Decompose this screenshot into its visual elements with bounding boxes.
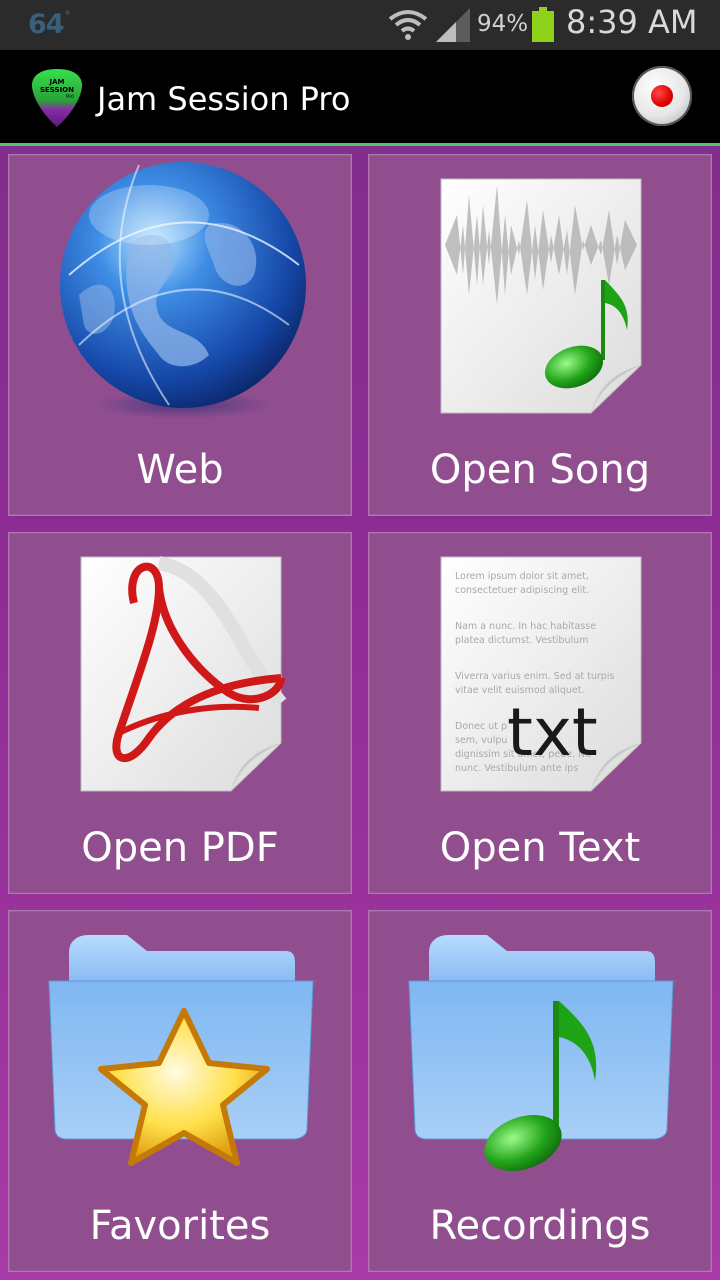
clock: 8:39 AM <box>566 3 698 41</box>
favorites-folder-icon <box>48 935 314 1166</box>
web-tile[interactable]: Web <box>8 154 352 516</box>
status-bar: 64° 94% 8:39 AM <box>0 0 720 50</box>
recordings-folder-icon <box>408 935 674 1172</box>
signal-strength-icon <box>436 8 470 42</box>
globe-icon <box>60 162 306 419</box>
text-line: Lorem ipsum dolor sit amet, <box>455 571 589 582</box>
tile-label-open-pdf: Open PDF <box>81 825 279 871</box>
battery-percent: 94% <box>477 11 529 37</box>
recordings-tile[interactable]: Recordings <box>368 910 712 1272</box>
battery-icon <box>532 7 554 42</box>
text-line: sem, vulpu <box>455 735 507 746</box>
temperature-readout: 64° <box>28 9 71 40</box>
pdf-file-icon <box>80 556 287 792</box>
app-title: Jam Session Pro <box>97 80 351 118</box>
text-file-icon: Lorem ipsum dolor sit amet, consectetuer… <box>440 556 642 792</box>
open-text-tile[interactable]: Lorem ipsum dolor sit amet, consectetuer… <box>368 532 712 894</box>
open-pdf-tile[interactable]: Open PDF <box>8 532 352 894</box>
action-bar: JAM SESSION PRO Jam Session Pro <box>0 50 720 146</box>
tile-label-web: Web <box>136 447 224 493</box>
audio-file-icon <box>440 178 642 414</box>
open-song-tile[interactable]: Open Song <box>368 154 712 516</box>
favorites-tile[interactable]: Favorites <box>8 910 352 1272</box>
svg-text:SESSION: SESSION <box>40 86 74 94</box>
text-line: Viverra varius enim. Sed at turpis <box>455 671 614 682</box>
text-line: platea dictumst. Vestibulum <box>455 635 588 646</box>
record-dot-icon <box>651 85 673 107</box>
text-line: Nam a nunc. In hac habitasse <box>455 621 596 632</box>
guitar-pick-logo-icon: JAM SESSION PRO <box>31 69 83 127</box>
tile-label-recordings: Recordings <box>429 1203 651 1249</box>
wifi-icon <box>388 10 428 40</box>
tile-label-open-text: Open Text <box>439 825 641 871</box>
svg-text:JAM: JAM <box>49 78 65 86</box>
tile-label-open-song: Open Song <box>429 447 651 493</box>
svg-text:PRO: PRO <box>66 94 74 99</box>
record-button[interactable] <box>632 66 692 126</box>
txt-badge: txt <box>507 694 598 771</box>
text-line: consectetuer adipiscing elit. <box>455 585 589 596</box>
tile-label-favorites: Favorites <box>89 1203 271 1249</box>
text-line: Donec ut p <box>455 721 507 732</box>
